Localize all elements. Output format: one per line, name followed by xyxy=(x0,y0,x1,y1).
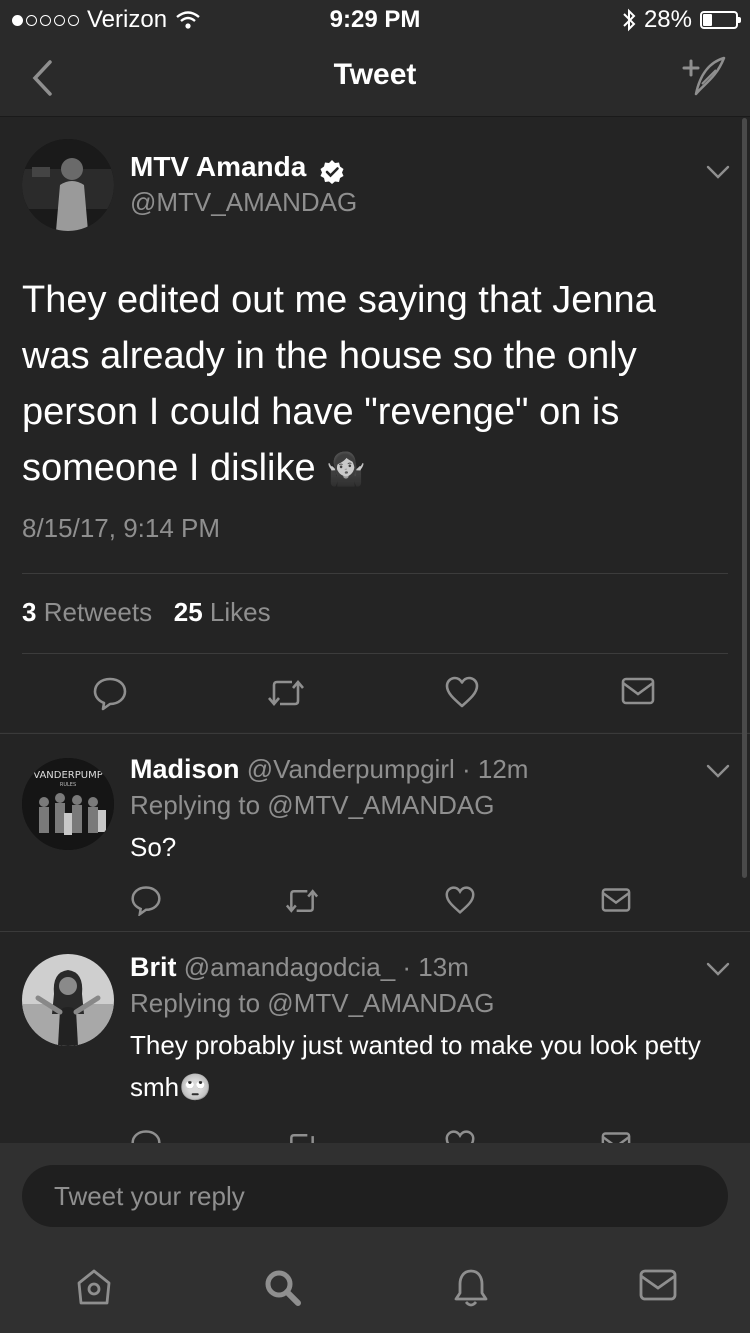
home-icon[interactable] xyxy=(74,1267,114,1307)
status-bar: Verizon 9:29 PM 28% xyxy=(0,0,750,40)
retweets-count: 3 xyxy=(22,597,37,627)
scrollbar[interactable] xyxy=(742,118,747,878)
avatar-logo-text: VANDERPUMP xyxy=(33,770,103,781)
tweet-timestamp: 8/15/17, 9:14 PM xyxy=(22,513,221,543)
chevron-down-icon[interactable] xyxy=(706,165,730,179)
eye-roll-emoji: 🙄 xyxy=(179,1072,212,1102)
like-icon[interactable] xyxy=(444,675,480,709)
reply-input[interactable]: Tweet your reply xyxy=(22,1165,728,1227)
retweets-stat[interactable]: 3 Retweets xyxy=(22,597,152,627)
reply-composer: Tweet your reply xyxy=(0,1143,750,1245)
retweet-icon[interactable] xyxy=(284,885,320,917)
navigation-bar: Tweet xyxy=(0,40,750,117)
reply-text-body: They probably just wanted to make you lo… xyxy=(130,1030,701,1102)
shrug-emoji: 🤷‍♀️ xyxy=(326,451,366,487)
tab-bar xyxy=(0,1245,750,1333)
messages-icon[interactable] xyxy=(638,1267,678,1303)
svg-text:RULES: RULES xyxy=(60,782,76,788)
direct-message-icon[interactable] xyxy=(600,886,632,914)
reply-icon[interactable] xyxy=(130,1128,162,1144)
search-icon[interactable] xyxy=(262,1267,304,1309)
reply-input-placeholder: Tweet your reply xyxy=(54,1181,245,1211)
reply-tweet[interactable]: VANDERPUMP RULES Madison @Vanderpumpgirl… xyxy=(0,733,750,932)
reply-handle-time[interactable]: @amandagodcia_ · 13m xyxy=(184,952,469,982)
reply-text: So? xyxy=(130,832,177,862)
likes-label: Likes xyxy=(209,597,271,627)
tweet-stats: 3 Retweets 25 Likes xyxy=(22,597,271,628)
retweet-icon[interactable] xyxy=(284,1129,320,1144)
reply-avatar[interactable]: VANDERPUMP RULES xyxy=(22,758,114,850)
like-icon[interactable] xyxy=(444,885,476,915)
compose-tweet-icon[interactable] xyxy=(680,54,730,100)
reply-avatar[interactable] xyxy=(22,954,114,1046)
divider xyxy=(22,653,728,654)
reply-icon[interactable] xyxy=(130,884,162,916)
reply-text: They probably just wanted to make you lo… xyxy=(130,1024,720,1108)
tweet-text: They edited out me saying that Jenna was… xyxy=(22,272,732,497)
author-avatar[interactable] xyxy=(22,139,114,231)
reply-author-name[interactable]: Madison xyxy=(130,754,240,784)
likes-stat[interactable]: 25 Likes xyxy=(174,597,271,627)
battery-icon xyxy=(700,11,741,29)
reply-meta: Madison @Vanderpumpgirl · 12m xyxy=(130,754,528,785)
main-tweet: MTV Amanda @MTV_AMANDAG They edited out … xyxy=(0,117,750,732)
replying-to[interactable]: Replying to @MTV_AMANDAG xyxy=(130,790,495,821)
bluetooth-icon xyxy=(623,8,636,32)
retweets-label: Retweets xyxy=(43,597,153,627)
reply-icon[interactable] xyxy=(92,675,128,711)
chevron-down-icon[interactable] xyxy=(706,962,730,976)
direct-message-icon[interactable] xyxy=(620,675,656,707)
author-name[interactable]: MTV Amanda xyxy=(130,151,306,182)
reply-meta: Brit @amandagodcia_ · 13m xyxy=(130,952,469,983)
direct-message-icon[interactable] xyxy=(600,1130,632,1144)
like-icon[interactable] xyxy=(444,1129,476,1144)
chevron-down-icon[interactable] xyxy=(706,764,730,778)
replying-to[interactable]: Replying to @MTV_AMANDAG xyxy=(130,988,495,1019)
page-title: Tweet xyxy=(333,58,417,91)
battery-percent: 28% xyxy=(643,6,692,33)
reply-handle-time[interactable]: @Vanderpumpgirl · 12m xyxy=(247,754,529,784)
notifications-icon[interactable] xyxy=(452,1267,490,1309)
retweet-icon[interactable] xyxy=(266,675,306,711)
reply-tweet[interactable]: Brit @amandagodcia_ · 13m Replying to @M… xyxy=(0,931,750,1144)
likes-count: 25 xyxy=(173,597,203,627)
author-handle[interactable]: @MTV_AMANDAG xyxy=(130,187,357,218)
verified-badge-icon xyxy=(320,159,344,184)
divider xyxy=(22,573,728,574)
reply-author-name[interactable]: Brit xyxy=(130,952,177,982)
